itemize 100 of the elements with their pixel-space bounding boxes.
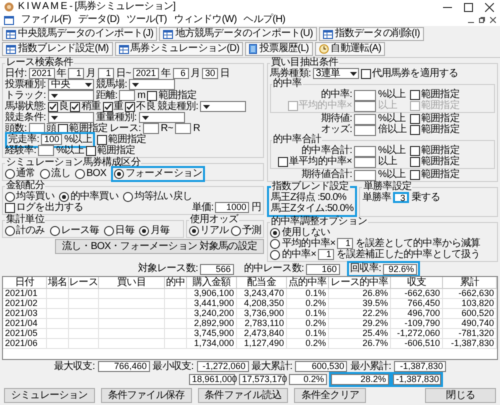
radio-button[interactable] <box>270 238 280 248</box>
radio-option[interactable]: リアル <box>188 224 229 236</box>
menu-item[interactable]: ファイル(F) <box>21 14 71 26</box>
input-field[interactable] <box>354 170 376 180</box>
radio-button[interactable] <box>188 226 199 236</box>
radio-option[interactable]: 月毎 <box>139 224 170 236</box>
toolbar-button[interactable]: 指数ブレンド設定(M) <box>2 42 113 56</box>
input-field[interactable] <box>354 90 376 100</box>
input-field[interactable]: 2021 <box>28 68 55 79</box>
radio-option[interactable]: 均等払い戻し <box>123 190 192 202</box>
action-button[interactable]: 条件ファイル保存 <box>100 388 192 403</box>
checkbox-option[interactable]: ログを出力する <box>5 202 84 214</box>
column-header[interactable]: 点的中率 <box>287 277 329 289</box>
radio-button[interactable] <box>270 250 280 260</box>
checkbox-option[interactable]: 範囲指定 <box>147 90 197 102</box>
checkbox-option[interactable]: 良 <box>48 100 68 112</box>
column-header[interactable]: レース的中率 <box>329 277 391 289</box>
checkbox-option[interactable]: 範囲指定 <box>96 134 146 146</box>
checkbox-option[interactable]: 範囲指定 <box>410 113 493 125</box>
checkbox[interactable] <box>125 102 136 112</box>
checkbox[interactable] <box>278 157 288 167</box>
column-header[interactable]: 収支 <box>391 277 443 289</box>
column-header[interactable]: 日付 <box>3 277 47 289</box>
column-header[interactable]: 配当金 <box>237 277 287 289</box>
input-field[interactable] <box>354 146 376 156</box>
checkbox[interactable] <box>96 134 107 144</box>
radio-option[interactable]: レース毎 <box>50 224 100 236</box>
dropdown[interactable]: 3連単 <box>312 68 359 79</box>
checkbox[interactable] <box>58 124 68 134</box>
input-field[interactable] <box>119 90 136 101</box>
input-field[interactable]: 1000 <box>215 202 250 213</box>
dropdown[interactable] <box>128 79 175 90</box>
radio-option[interactable]: 流し <box>40 168 70 180</box>
close-button[interactable]: 閉じる <box>425 388 496 403</box>
input-field[interactable] <box>142 123 159 134</box>
radio-button[interactable] <box>5 192 15 202</box>
radio-button[interactable] <box>139 226 150 236</box>
checkbox[interactable] <box>70 102 80 112</box>
checkbox[interactable] <box>360 68 371 78</box>
column-header[interactable]: 累計 <box>443 277 497 289</box>
checkbox[interactable] <box>410 157 420 167</box>
toolbar-button[interactable]: 馬券シミュレーション(D) <box>114 42 244 56</box>
input-field[interactable]: 30 <box>202 68 218 79</box>
toolbar-button[interactable]: 自動運転(A) <box>314 42 386 56</box>
menu-item[interactable]: ツール(T) <box>126 14 167 26</box>
radio-option[interactable]: 計のみ <box>5 224 45 236</box>
checkbox-option[interactable]: 代用馬券を適用する <box>360 68 458 80</box>
input-field[interactable]: 1 <box>98 68 114 79</box>
input-field[interactable]: 6 <box>172 68 189 79</box>
radio-button[interactable] <box>230 226 241 236</box>
checkbox-option[interactable]: 重 <box>102 100 124 112</box>
radio-option[interactable]: フォーメーション <box>111 166 206 182</box>
input-field[interactable]: 3 <box>393 192 410 203</box>
menu-item[interactable]: ヘルプ(H) <box>244 14 286 26</box>
toolbar-button[interactable]: 指数データの削除(I) <box>318 27 424 41</box>
checkbox[interactable] <box>410 170 420 180</box>
radio-button[interactable] <box>5 226 15 236</box>
radio-option[interactable]: 日毎 <box>104 224 134 236</box>
radio-button[interactable] <box>123 192 134 202</box>
checkbox-option[interactable]: 稍重 <box>70 100 101 112</box>
checkbox-option[interactable]: 範囲指定 <box>410 169 493 181</box>
checkbox-option[interactable]: 単平均的中率× <box>278 156 352 168</box>
radio-option[interactable]: 均等買い <box>5 190 54 202</box>
radio-button[interactable] <box>270 228 280 238</box>
maximize-icon[interactable] <box>464 2 473 12</box>
radio-option[interactable]: 的中率買い <box>59 190 118 202</box>
radio-option[interactable]: BOX <box>75 168 106 180</box>
input-field[interactable] <box>38 145 54 156</box>
checkbox[interactable] <box>410 90 420 100</box>
checkbox-option[interactable]: 不良 <box>125 100 156 112</box>
radio-button[interactable] <box>104 226 114 236</box>
column-header[interactable]: 買い目 <box>99 277 165 289</box>
radio-option[interactable]: 予測 <box>230 224 261 236</box>
input-field[interactable] <box>354 156 376 168</box>
checkbox[interactable] <box>48 102 58 112</box>
toolbar-button[interactable]: 地方競馬データのインポート(U) <box>159 27 317 41</box>
input-field[interactable] <box>354 114 376 124</box>
menu-item[interactable]: ウィンドウ(W) <box>174 14 237 26</box>
checkbox[interactable] <box>86 146 96 156</box>
action-button[interactable]: 条件全クリア <box>294 388 366 403</box>
radio-button[interactable] <box>75 168 86 178</box>
dropdown[interactable]: 中央 <box>48 79 94 90</box>
input-field[interactable]: 2021 <box>132 68 159 79</box>
checkbox[interactable] <box>410 125 420 135</box>
radio-button[interactable] <box>5 168 15 178</box>
radio-button[interactable] <box>50 226 60 236</box>
close-icon[interactable] <box>490 17 496 23</box>
checkbox-option[interactable]: 範囲指定 <box>410 89 493 101</box>
checkbox-option[interactable]: 範囲指定 <box>410 145 493 157</box>
input-field[interactable] <box>175 123 192 134</box>
close-icon[interactable] <box>485 2 494 12</box>
radio-option[interactable]: 通常 <box>5 168 36 180</box>
menu-item[interactable]: データ(D) <box>78 14 120 26</box>
input-field[interactable]: 1 <box>68 68 84 79</box>
input-field[interactable]: 100 <box>41 134 62 145</box>
dropdown[interactable] <box>48 90 94 101</box>
checkbox[interactable] <box>410 114 420 124</box>
checkbox[interactable] <box>102 102 113 112</box>
checkbox-option[interactable]: 範囲指定 <box>410 156 493 168</box>
column-header[interactable]: 購入金額 <box>187 277 237 289</box>
